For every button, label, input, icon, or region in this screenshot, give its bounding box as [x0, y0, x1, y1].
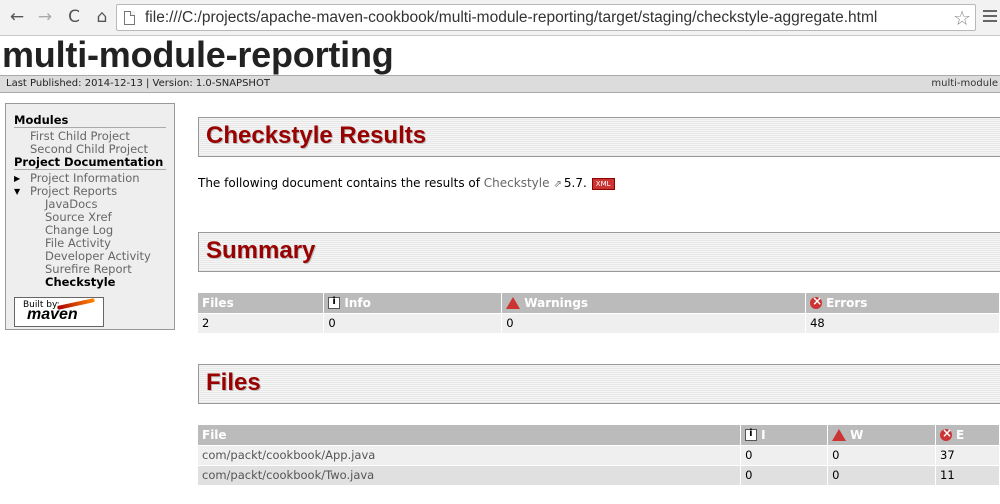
summary-header-info: Info	[323, 293, 503, 313]
warning-icon	[832, 428, 847, 441]
back-arrow-icon[interactable]: ←	[5, 6, 29, 28]
nav-project-reports[interactable]: ▼ Project Reports	[14, 185, 166, 198]
summary-header-errors: Errors	[805, 293, 1000, 313]
warning-icon	[506, 296, 521, 309]
file-link[interactable]: com/packt/cookbook/Two.java	[198, 464, 742, 485]
modules-heading: Modules	[14, 114, 166, 128]
site-title: multi-module-reporting	[2, 34, 394, 75]
xml-icon[interactable]: XML	[591, 178, 615, 190]
reload-icon[interactable]: C	[62, 6, 86, 28]
intro-text: The following document contains the resu…	[198, 176, 615, 190]
breadcrumb: Last Published: 2014-12-13 | Version: 1.…	[0, 75, 1000, 93]
nav-project-information-label: Project Information	[30, 171, 140, 185]
checkstyle-version: 5.7.	[563, 176, 587, 190]
address-bar[interactable]: file:///C:/projects/apache-maven-cookboo…	[116, 4, 976, 31]
maven-brand: maven	[27, 306, 78, 323]
bookmark-star-icon[interactable]: ☆	[953, 6, 971, 30]
forward-arrow-icon[interactable]: →	[33, 6, 57, 28]
page-title: Checkstyle Results	[206, 122, 427, 149]
file-errors-count: 11	[935, 464, 1000, 485]
summary-header-files: Files	[198, 293, 325, 313]
files-header-file: File	[198, 425, 742, 445]
file-warnings-count: 0	[827, 444, 936, 465]
file-info-count: 0	[740, 464, 829, 485]
project-documentation-heading: Project Documentation	[14, 156, 166, 170]
files-table: File I W E com/packt/cookbook/App.java 0…	[198, 425, 1000, 485]
collapsed-arrow-icon: ▶	[14, 174, 21, 183]
table-row: com/packt/cookbook/Two.java 0 0 11	[198, 464, 1000, 485]
info-icon	[745, 428, 758, 441]
files-section: Files	[198, 364, 1000, 404]
nav-second-child-project[interactable]: Second Child Project	[14, 143, 166, 156]
files-header-errors: E	[935, 425, 1000, 445]
browser-toolbar: ← → C ⌂ file:///C:/projects/apache-maven…	[0, 0, 1000, 36]
summary-files-count: 2	[198, 312, 325, 333]
summary-table: Files Info Warnings Errors 2 0 0 48	[198, 293, 1000, 333]
nav-project-reports-label: Project Reports	[30, 184, 118, 198]
summary-header-warnings: Warnings	[501, 293, 807, 313]
summary-title: Summary	[206, 237, 316, 264]
table-row: com/packt/cookbook/App.java 0 0 37	[198, 444, 1000, 465]
file-errors-count: 37	[935, 444, 1000, 465]
summary-errors-count: 48	[805, 312, 1000, 333]
files-header-info: I	[740, 425, 829, 445]
menu-icon[interactable]	[983, 10, 997, 25]
file-link[interactable]: com/packt/cookbook/App.java	[198, 444, 742, 465]
checkstyle-link[interactable]: Checkstyle	[484, 176, 550, 190]
built-by-maven-logo[interactable]: Built by: maven	[14, 297, 104, 327]
error-icon	[940, 426, 952, 441]
error-icon	[810, 294, 822, 309]
left-navigation: Modules First Child Project Second Child…	[5, 103, 175, 330]
external-link-icon: ⇗	[553, 179, 562, 190]
summary-info-count: 0	[323, 312, 503, 333]
last-published: Last Published: 2014-12-13 | Version: 1.…	[6, 78, 270, 89]
files-header-warnings: W	[827, 425, 936, 445]
file-warnings-count: 0	[827, 464, 936, 485]
breadcrumb-project[interactable]: multi-module	[931, 76, 998, 92]
summary-section: Summary	[198, 232, 1000, 272]
table-row: 2 0 0 48	[198, 312, 1000, 333]
expanded-arrow-icon: ▼	[14, 187, 21, 196]
home-icon[interactable]: ⌂	[90, 6, 114, 28]
checkstyle-results-section: Checkstyle Results	[198, 117, 1000, 157]
intro-prefix: The following document contains the resu…	[198, 176, 484, 190]
info-icon	[328, 296, 341, 309]
file-info-count: 0	[740, 444, 829, 465]
nav-checkstyle: Checkstyle	[45, 275, 116, 289]
files-title: Files	[206, 369, 261, 396]
summary-warnings-count: 0	[501, 312, 807, 333]
page-icon	[124, 11, 135, 25]
url-text[interactable]: file:///C:/projects/apache-maven-cookboo…	[145, 9, 877, 27]
